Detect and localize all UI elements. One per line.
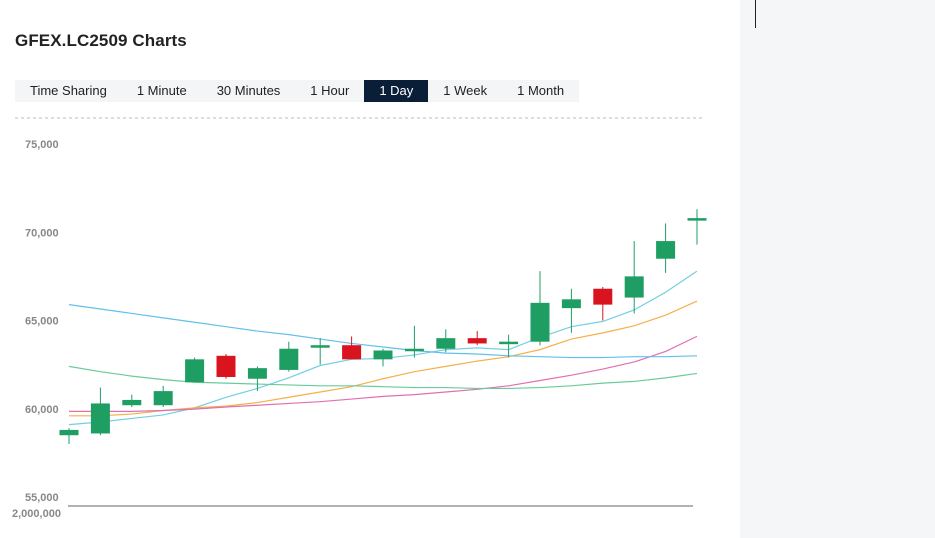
page-title: GFEX.LC2509 Charts (15, 31, 187, 50)
candle[interactable] (185, 357, 205, 383)
candle[interactable] (342, 336, 362, 360)
tab-1-week[interactable]: 1 Week (428, 80, 502, 102)
volume-tick-label: 2,000,000 (12, 508, 61, 520)
candle-body (656, 241, 676, 259)
y-axis: 75,000 70,000 65,000 60,000 55,000 (25, 139, 59, 504)
side-panel (740, 0, 935, 538)
tab-30-minutes[interactable]: 30 Minutes (202, 80, 296, 102)
candle[interactable] (404, 325, 424, 358)
candle-body (467, 338, 487, 344)
candle-body (310, 345, 330, 348)
candle[interactable] (530, 271, 550, 346)
candlestick-chart[interactable]: 75,000 70,000 65,000 60,000 55,000 2,000,000 (0, 108, 740, 538)
candle[interactable] (687, 209, 707, 245)
candle-body (216, 355, 236, 377)
candle-body (687, 218, 707, 221)
candle-body (122, 399, 142, 406)
candle[interactable] (216, 354, 236, 379)
y-tick-label: 60,000 (25, 404, 59, 416)
tab-time-sharing[interactable]: Time Sharing (15, 80, 122, 102)
interval-tabs: Time Sharing 1 Minute 30 Minutes 1 Hour … (15, 80, 580, 102)
candle-body (499, 341, 519, 345)
moving-average-line (68, 365, 698, 390)
candle[interactable] (247, 366, 267, 392)
candle[interactable] (59, 428, 79, 445)
candle[interactable] (153, 385, 173, 407)
candle-body (436, 338, 456, 349)
y-tick-label: 65,000 (25, 316, 59, 328)
tab-1-day[interactable]: 1 Day (364, 80, 429, 102)
candle[interactable] (467, 331, 487, 346)
candle-body (247, 368, 267, 379)
chart-panel: GFEX.LC2509 Charts Time Sharing 1 Minute… (0, 0, 740, 538)
candle-body (59, 429, 79, 436)
candle[interactable] (561, 288, 581, 333)
candles (59, 209, 707, 445)
candle[interactable] (279, 341, 299, 372)
candle[interactable] (593, 286, 613, 321)
candle-body (624, 276, 644, 298)
candle[interactable] (499, 334, 519, 358)
candle-body (593, 288, 613, 305)
candle[interactable] (624, 241, 644, 314)
y-tick-label: 55,000 (25, 492, 59, 504)
tab-1-minute[interactable]: 1 Minute (122, 80, 202, 102)
y-tick-label: 70,000 (25, 227, 59, 239)
candle-body (185, 359, 205, 383)
candle-body (90, 403, 110, 434)
candle-body (561, 299, 581, 309)
candle-body (373, 350, 393, 360)
candle-body (153, 391, 173, 406)
tab-1-month[interactable]: 1 Month (502, 80, 579, 102)
text-cursor (755, 0, 756, 28)
candle-body (342, 345, 362, 360)
candle-body (530, 302, 550, 342)
candle[interactable] (656, 223, 676, 273)
candle[interactable] (122, 394, 142, 407)
candle[interactable] (310, 338, 330, 365)
candle[interactable] (373, 348, 393, 367)
y-tick-label: 75,000 (25, 139, 59, 151)
candle-body (404, 348, 424, 352)
candle[interactable] (90, 387, 110, 436)
candle-body (279, 348, 299, 370)
tab-1-hour[interactable]: 1 Hour (295, 80, 364, 102)
